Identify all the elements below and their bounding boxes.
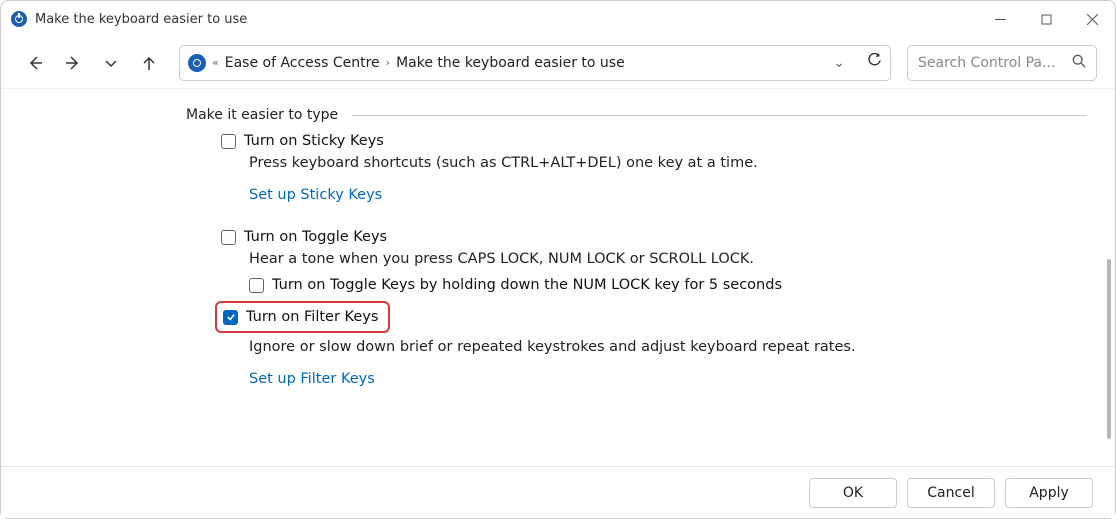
filter-keys-highlight: Turn on Filter Keys	[215, 301, 390, 333]
recent-locations-button[interactable]	[95, 47, 127, 79]
toggle-keys-desc: Hear a tone when you press CAPS LOCK, NU…	[249, 251, 1087, 267]
breadcrumb-segment[interactable]: Ease of Access Centre	[225, 55, 380, 71]
filter-keys-setup-link[interactable]: Set up Filter Keys	[249, 371, 375, 387]
scrollbar-thumb[interactable]	[1107, 259, 1111, 439]
sticky-keys-setup-link[interactable]: Set up Sticky Keys	[249, 187, 382, 203]
address-bar[interactable]: « Ease of Access Centre › Make the keybo…	[179, 45, 891, 81]
chevron-right-icon: ›	[386, 56, 390, 69]
ok-button[interactable]: OK	[809, 478, 897, 508]
search-box[interactable]: Search Control Pa...	[907, 45, 1097, 81]
filter-keys-block: Turn on Filter Keys Ignore or slow down …	[221, 301, 1087, 405]
window-controls	[977, 1, 1115, 37]
control-panel-icon	[11, 11, 27, 27]
titlebar: Make the keyboard easier to use	[1, 1, 1115, 37]
toggle-keys-block: Turn on Toggle Keys Hear a tone when you…	[221, 229, 1087, 293]
content-area: Make it easier to type Turn on Sticky Ke…	[1, 89, 1115, 466]
dialog-buttons: OK Cancel Apply	[1, 466, 1115, 518]
control-panel-icon	[188, 54, 206, 72]
maximize-button[interactable]	[1023, 1, 1069, 37]
section-header: Make it easier to type	[186, 107, 1087, 123]
minimize-button[interactable]	[977, 1, 1023, 37]
chevron-down-icon[interactable]: ⌄	[833, 55, 845, 71]
apply-button[interactable]: Apply	[1005, 478, 1093, 508]
section-heading: Make it easier to type	[186, 107, 338, 123]
search-icon	[1072, 54, 1086, 72]
toggle-keys-holdnum-option[interactable]: Turn on Toggle Keys by holding down the …	[249, 277, 1087, 293]
sticky-keys-option[interactable]: Turn on Sticky Keys	[221, 133, 1087, 149]
filter-keys-desc: Ignore or slow down brief or repeated ke…	[249, 339, 1087, 355]
breadcrumb-segment[interactable]: Make the keyboard easier to use	[396, 55, 625, 71]
toggle-keys-label: Turn on Toggle Keys	[244, 229, 387, 245]
sticky-keys-block: Turn on Sticky Keys Press keyboard short…	[221, 133, 1087, 221]
toggle-keys-option[interactable]: Turn on Toggle Keys	[221, 229, 1087, 245]
filter-keys-checkbox[interactable]	[223, 310, 238, 325]
chevron-left-icon[interactable]: «	[212, 56, 219, 69]
back-button[interactable]	[19, 47, 51, 79]
titlebar-left: Make the keyboard easier to use	[11, 11, 247, 27]
refresh-button[interactable]	[867, 53, 882, 72]
sticky-keys-desc: Press keyboard shortcuts (such as CTRL+A…	[249, 155, 1087, 171]
up-button[interactable]	[133, 47, 165, 79]
toggle-keys-checkbox[interactable]	[221, 230, 236, 245]
filter-keys-label: Turn on Filter Keys	[246, 309, 378, 325]
sticky-keys-checkbox[interactable]	[221, 134, 236, 149]
forward-button[interactable]	[57, 47, 89, 79]
toggle-keys-holdnum-checkbox[interactable]	[249, 278, 264, 293]
close-button[interactable]	[1069, 1, 1115, 37]
nav-bar: « Ease of Access Centre › Make the keybo…	[1, 37, 1115, 89]
toggle-keys-holdnum-label: Turn on Toggle Keys by holding down the …	[272, 277, 782, 293]
window-title: Make the keyboard easier to use	[35, 12, 247, 27]
sticky-keys-label: Turn on Sticky Keys	[244, 133, 384, 149]
cancel-button[interactable]: Cancel	[907, 478, 995, 508]
search-placeholder: Search Control Pa...	[918, 55, 1064, 71]
divider	[352, 115, 1087, 116]
